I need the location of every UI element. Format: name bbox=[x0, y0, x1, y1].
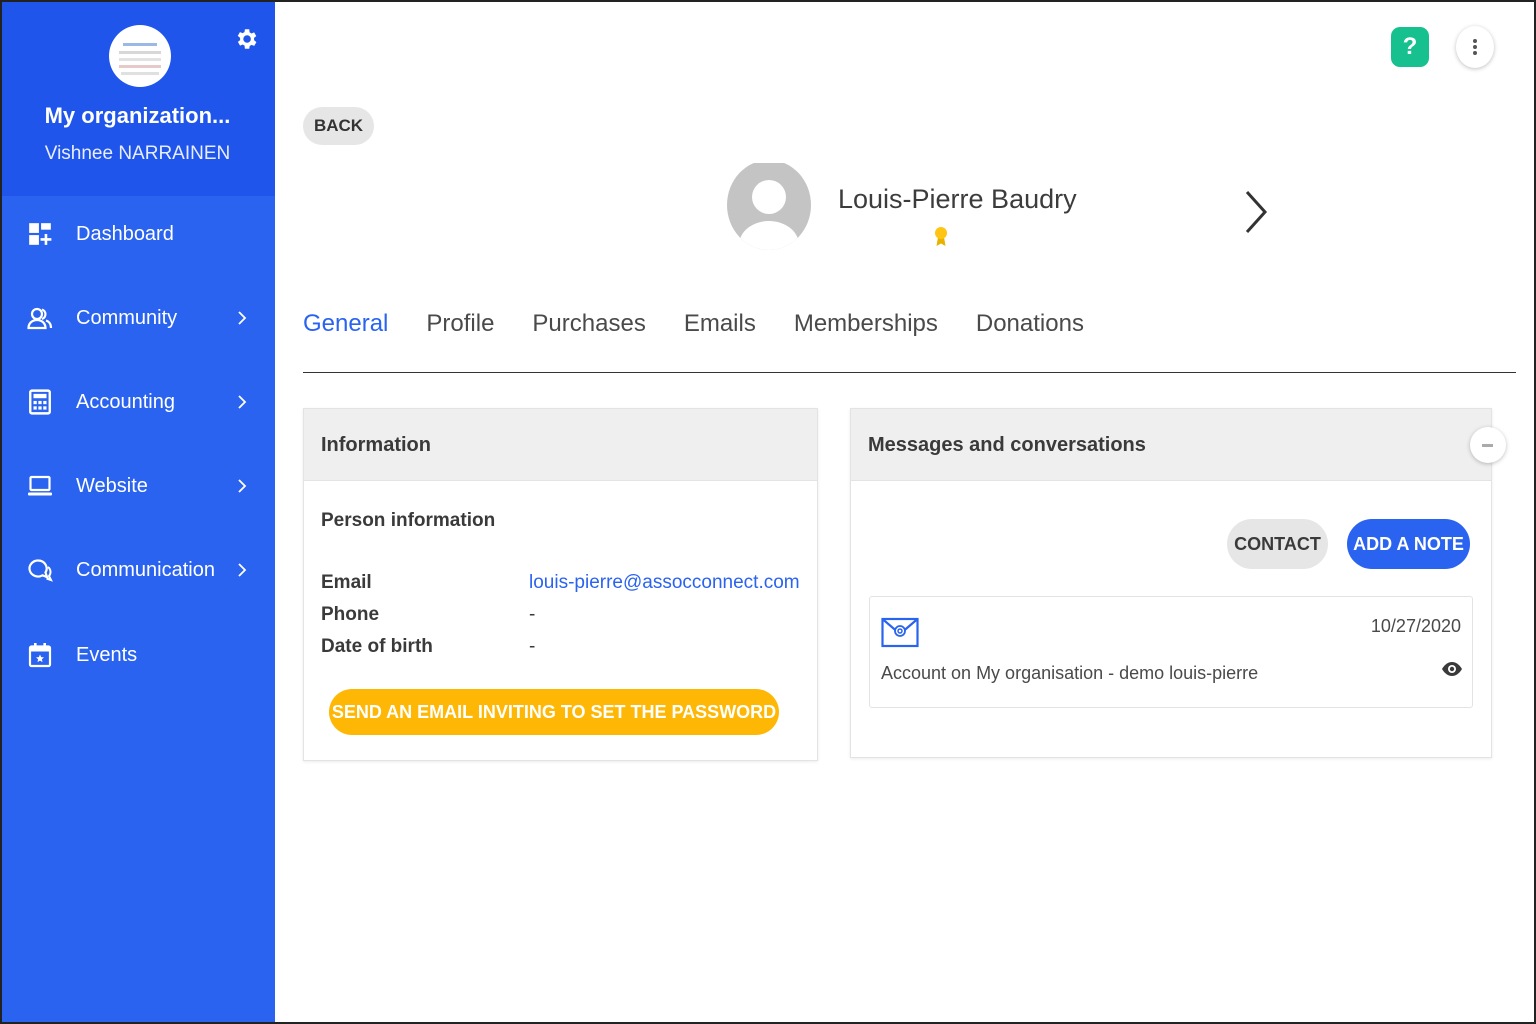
phone-label: Phone bbox=[321, 604, 380, 625]
email-label: Email bbox=[321, 572, 372, 593]
organization-name: My organization... bbox=[44, 103, 231, 128]
sidebar-item-accounting[interactable]: Accounting bbox=[0, 372, 275, 432]
chevron-right-icon bbox=[238, 395, 247, 409]
calendar-icon bbox=[28, 643, 52, 668]
message-date: 10/27/2020 bbox=[1370, 616, 1461, 636]
sidebar-header: My organization... Vishnee NARRAINEN bbox=[0, 0, 275, 196]
sidebar-item-communication[interactable]: Communication bbox=[0, 540, 275, 600]
gear-icon[interactable] bbox=[233, 26, 259, 52]
date-of-birth-label: Date of birth bbox=[321, 636, 433, 657]
more-options-icon[interactable] bbox=[1456, 26, 1494, 68]
sidebar-item-dashboard[interactable]: Dashboard bbox=[0, 204, 275, 264]
avatar bbox=[727, 163, 811, 250]
tab-donations[interactable]: Donations bbox=[976, 310, 1084, 350]
chevron-right-icon bbox=[238, 311, 247, 325]
calculator-icon bbox=[29, 389, 51, 415]
sidebar: My organization... Vishnee NARRAINEN Das… bbox=[0, 0, 275, 1024]
card-title: Information bbox=[304, 409, 817, 481]
date-of-birth-value: - bbox=[529, 636, 536, 657]
contact-button[interactable]: CONTACT bbox=[1227, 519, 1328, 569]
sidebar-item-label: Community bbox=[76, 306, 178, 329]
tab-profile[interactable]: Profile bbox=[426, 310, 494, 350]
message-item[interactable]: 10/27/2020 Account on My organisation - … bbox=[869, 596, 1473, 708]
organization-logo[interactable] bbox=[109, 25, 171, 87]
message-subject: Account on My organisation - demo louis-… bbox=[881, 663, 1259, 683]
tab-memberships[interactable]: Memberships bbox=[794, 310, 938, 350]
sidebar-item-events[interactable]: Events bbox=[0, 625, 275, 685]
sidebar-item-label: Website bbox=[76, 474, 148, 497]
card-title: Messages and conversations bbox=[851, 409, 1491, 481]
next-person-arrow-icon[interactable] bbox=[1243, 190, 1269, 234]
chat-icon bbox=[28, 559, 53, 582]
help-button[interactable]: ? bbox=[1391, 27, 1429, 67]
sidebar-item-label: Communication bbox=[76, 558, 215, 581]
dashboard-icon bbox=[29, 223, 52, 245]
back-button[interactable]: BACK bbox=[303, 107, 374, 145]
sidebar-item-label: Events bbox=[76, 643, 138, 666]
collapse-icon[interactable] bbox=[1470, 427, 1506, 463]
person-name: Louis-Pierre Baudry bbox=[838, 184, 1077, 214]
tab-divider bbox=[303, 372, 1516, 373]
user-name: Vishnee NARRAINEN bbox=[44, 143, 231, 164]
award-badge-icon bbox=[935, 227, 947, 246]
sidebar-item-website[interactable]: Website bbox=[0, 456, 275, 516]
sidebar-item-label: Accounting bbox=[76, 390, 175, 413]
phone-value: - bbox=[529, 604, 536, 625]
messages-card: Messages and conversations CONTACT ADD A… bbox=[850, 408, 1506, 758]
eye-icon[interactable] bbox=[1441, 660, 1463, 678]
tab-emails[interactable]: Emails bbox=[684, 310, 756, 350]
send-password-invite-button[interactable]: SEND AN EMAIL INVITING TO SET THE PASSWO… bbox=[329, 689, 779, 735]
section-title: Person information bbox=[321, 510, 496, 531]
tab-bar: General Profile Purchases Emails Members… bbox=[303, 310, 1122, 350]
sidebar-item-label: Dashboard bbox=[76, 222, 174, 245]
chevron-right-icon bbox=[238, 479, 247, 493]
email-envelope-icon bbox=[881, 617, 919, 648]
tab-purchases[interactable]: Purchases bbox=[532, 310, 645, 350]
laptop-icon bbox=[28, 475, 52, 496]
sidebar-item-community[interactable]: Community bbox=[0, 288, 275, 348]
email-link[interactable]: louis-pierre@assocconnect.com bbox=[529, 572, 800, 594]
chevron-right-icon bbox=[238, 563, 247, 577]
tab-general[interactable]: General bbox=[303, 310, 388, 350]
community-icon bbox=[27, 307, 53, 330]
information-card: Information Person information Email lou… bbox=[303, 408, 818, 761]
add-note-button[interactable]: ADD A NOTE bbox=[1347, 519, 1470, 569]
